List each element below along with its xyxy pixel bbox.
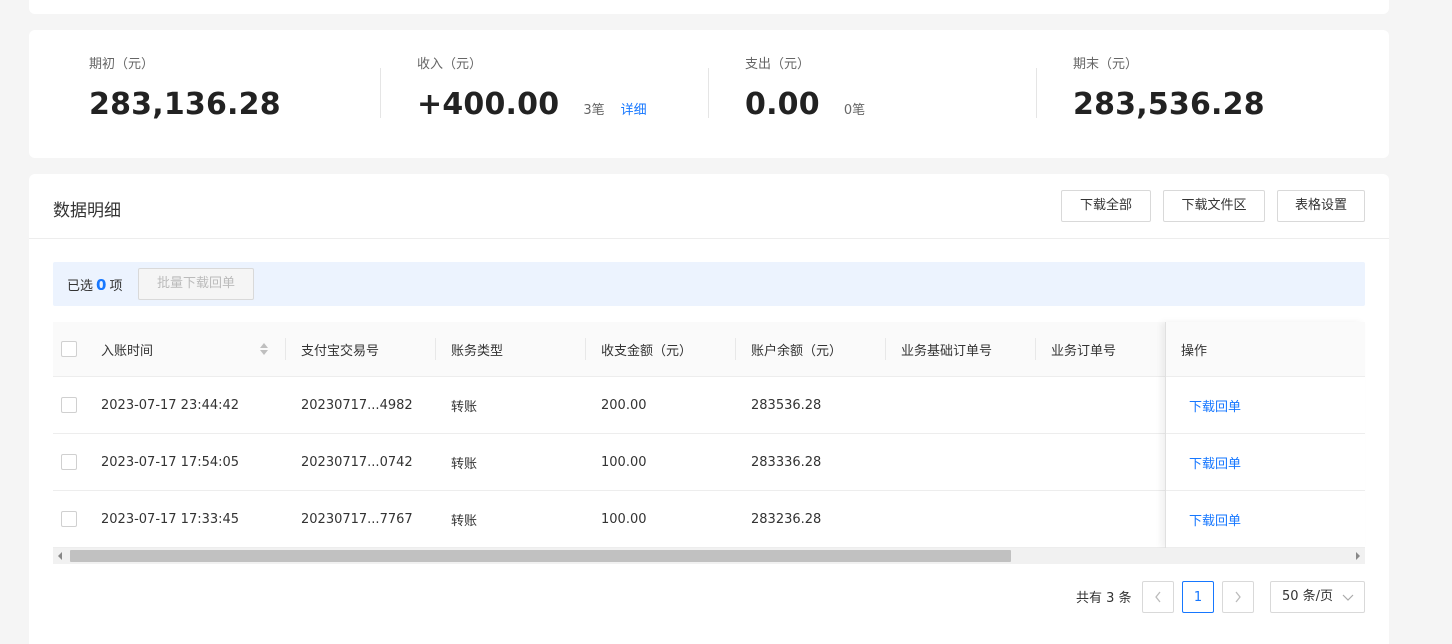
row-time: 2023-07-17 17:54:05 [101,454,240,470]
column-separator [885,338,886,360]
row-amount: 100.00 [601,454,647,470]
stat-income: 收入（元） +400.00 3笔 详细 [417,56,647,125]
page-size-select[interactable]: 50 条/页 [1270,581,1365,613]
selection-count: 0 [96,276,107,294]
stat-expense-value: 0.00 [745,87,820,122]
summary-card: 期初（元） 283,136.28 收入（元） +400.00 3笔 详细 支出（… [29,30,1389,158]
row-balance: 283336.28 [751,454,822,470]
divider [1036,68,1037,118]
col-header-action: 操作 [1181,343,1208,359]
select-all-checkbox[interactable] [61,341,77,357]
row-trade-no: 20230717...4982 [301,397,413,413]
chevron-right-icon [1235,591,1241,603]
download-receipt-link[interactable]: 下载回单 [1189,377,1241,433]
table-settings-button[interactable]: 表格设置 [1277,190,1365,222]
download-receipt-link[interactable]: 下载回单 [1189,491,1241,547]
table-row: 2023-07-17 23:44:42 20230717...4982 转账 2… [53,377,1365,434]
table-row: 2023-07-17 17:33:45 20230717...7767 转账 1… [53,491,1365,548]
top-card [29,0,1389,14]
column-separator [585,338,586,360]
chevron-left-icon [1155,591,1161,603]
select-all-cell [61,322,77,376]
stat-opening: 期初（元） 283,136.28 [89,56,281,125]
row-checkbox[interactable] [61,397,77,413]
selection-suffix: 项 [109,279,123,294]
row-balance: 283236.28 [751,511,822,527]
col-header-type: 账务类型 [451,343,504,359]
row-amount: 200.00 [601,397,647,413]
column-separator [285,338,286,360]
column-separator [735,338,736,360]
stat-opening-value: 283,136.28 [89,87,281,122]
page-size-value: 50 条/页 [1282,589,1334,604]
prev-page-button[interactable] [1142,581,1174,613]
scroll-thumb[interactable] [70,550,1011,562]
col-header-balance: 账户余额（元） [751,343,843,359]
divider [380,68,381,118]
detail-title: 数据明细 [53,201,121,221]
row-checkbox[interactable] [61,511,77,527]
stat-income-count: 3笔 [583,103,605,118]
row-balance: 283536.28 [751,397,822,413]
column-separator [435,338,436,360]
row-checkbox[interactable] [61,454,77,470]
row-time: 2023-07-17 17:33:45 [101,511,240,527]
col-header-order: 业务订单号 [1051,343,1117,359]
column-separator [1035,338,1036,360]
stat-opening-label: 期初（元） [89,57,155,72]
scroll-right-icon[interactable] [1356,552,1360,560]
divider [708,68,709,118]
table-row: 2023-07-17 17:54:05 20230717...0742 转账 1… [53,434,1365,491]
col-header-time: 入账时间 [101,343,154,359]
scroll-left-icon[interactable] [58,552,62,560]
divider [29,238,1389,239]
page-1-button[interactable]: 1 [1182,581,1214,613]
row-amount: 100.00 [601,511,647,527]
stat-income-value: +400.00 [417,87,560,122]
row-type: 转账 [451,513,478,529]
next-page-button[interactable] [1222,581,1254,613]
horizontal-scrollbar[interactable] [53,548,1365,564]
download-all-button[interactable]: 下载全部 [1061,190,1151,222]
row-trade-no: 20230717...7767 [301,511,413,527]
income-detail-link[interactable]: 详细 [621,99,647,118]
transactions-table: 入账时间 支付宝交易号 账务类型 收支金额（元） 账户余额（元） 业务基础订单号… [53,322,1365,548]
table-header: 入账时间 支付宝交易号 账务类型 收支金额（元） 账户余额（元） 业务基础订单号… [53,322,1365,377]
col-header-amount: 收支金额（元） [601,343,693,359]
stat-closing-label: 期末（元） [1073,57,1139,72]
stat-expense-label: 支出（元） [745,57,811,72]
row-type: 转账 [451,456,478,472]
download-area-button[interactable]: 下载文件区 [1163,190,1265,222]
download-receipt-link[interactable]: 下载回单 [1189,434,1241,490]
chevron-down-icon [1342,594,1354,601]
col-header-trade-no: 支付宝交易号 [301,343,380,359]
selection-bar: 已选 0 项 批量下载回单 [53,262,1365,306]
col-header-base-order: 业务基础订单号 [901,343,993,359]
selection-prefix: 已选 [67,279,94,294]
row-trade-no: 20230717...0742 [301,454,413,470]
stat-closing-value: 283,536.28 [1073,87,1265,122]
stat-expense: 支出（元） 0.00 0笔 [745,56,865,125]
stat-closing: 期末（元） 283,536.28 [1073,56,1265,125]
stat-income-label: 收入（元） [417,57,483,72]
sort-icon[interactable] [259,341,269,357]
pagination-total: 共有 3 条 [1076,591,1132,606]
detail-card: 数据明细 下载全部 下载文件区 表格设置 已选 0 项 批量下载回单 入账时间 支付… [29,174,1389,644]
row-type: 转账 [451,399,478,415]
row-time: 2023-07-17 23:44:42 [101,397,240,413]
selection-text: 已选 0 项 [67,275,122,294]
batch-download-button[interactable]: 批量下载回单 [138,268,254,300]
stat-expense-count: 0笔 [843,103,866,118]
